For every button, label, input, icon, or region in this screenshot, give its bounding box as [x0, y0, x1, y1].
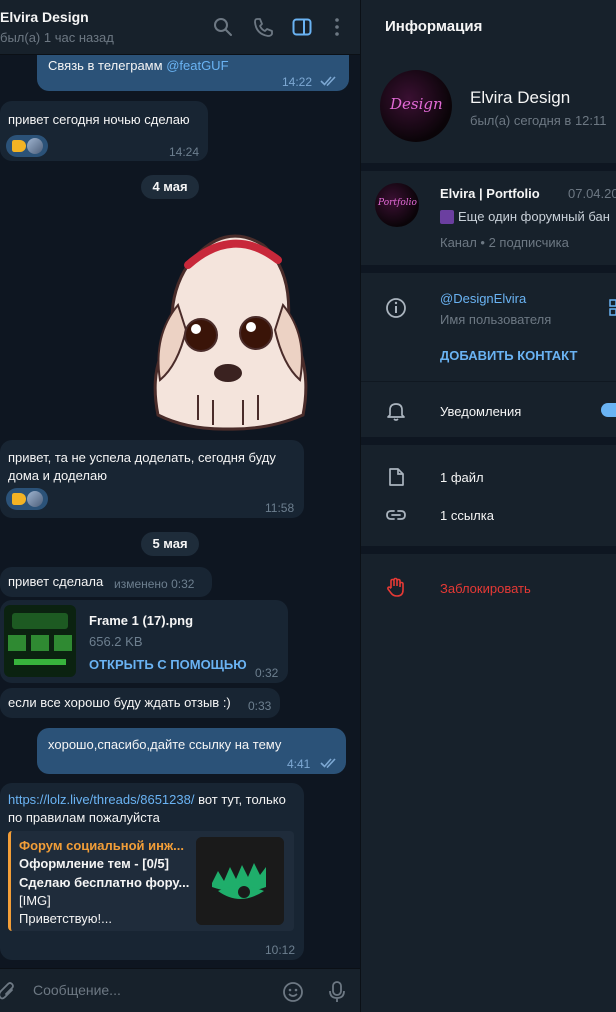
message-incoming[interactable]: привет сделала изменено 0:32 [0, 567, 212, 597]
block-hand-icon [387, 577, 404, 597]
avatar-logo-text: Design [390, 95, 443, 113]
block-user-button[interactable]: Заблокировать [440, 581, 531, 596]
file-message[interactable]: Frame 1 (17).png 656.2 KB ОТКРЫТЬ С ПОМО… [0, 600, 288, 683]
message-time: 14:24 [169, 145, 200, 159]
channel-date: 07.04.20 [568, 186, 616, 201]
paperclip-icon[interactable] [0, 981, 16, 1001]
section-separator [361, 163, 616, 171]
message-input[interactable]: Сообщение... [33, 982, 121, 998]
more-vertical-icon[interactable] [326, 16, 348, 38]
profile-name: Elvira Design [470, 88, 571, 107]
add-contact-button[interactable]: ДОБАВИТЬ КОНТАКТ [440, 348, 577, 363]
link-icon [386, 510, 406, 520]
message-edited-time: изменено 0:32 [114, 575, 194, 593]
channel-avatar: Portfolio [375, 183, 419, 227]
message-text: https://lolz.live/threads/8651238/ вот т… [8, 791, 300, 827]
info-panel: Информация Design Elvira Design был(а) с… [361, 0, 616, 1012]
composer: Сообщение... [0, 968, 360, 1012]
double-check-icon [320, 76, 336, 87]
message-text: хорошо,спасибо,дайте ссылку на тему [48, 737, 282, 752]
bell-icon [387, 403, 405, 421]
open-with-button[interactable]: ОТКРЫТЬ С ПОМОЩЬЮ [89, 656, 247, 674]
message-time: 11:58 [265, 501, 295, 515]
channel-subscribers: Канал • 2 подписчика [440, 235, 569, 250]
chat-title[interactable]: Elvira Design [0, 9, 89, 25]
notifications-label: Уведомления [440, 404, 522, 419]
preview-line: Сделаю бесплатно фору... [19, 875, 190, 890]
edited-label: изменено [114, 577, 168, 591]
info-header: Информация [385, 18, 483, 35]
shared-links-link[interactable]: 1 ссылка [440, 508, 494, 523]
row-divider [361, 381, 616, 382]
profile-avatar[interactable]: Design [380, 70, 452, 142]
message-time: 0:32 [255, 666, 279, 680]
preview-title: Форум социальной инж... [19, 838, 185, 853]
preview-image [196, 837, 284, 925]
chat-pane: Elvira Design был(а) 1 час назад Связь в… [0, 0, 360, 1012]
chat-header: Elvira Design был(а) 1 час назад [0, 0, 360, 55]
section-separator [361, 437, 616, 445]
qr-code-icon[interactable] [609, 299, 616, 317]
message-outgoing[interactable]: хорошо,спасибо,дайте ссылку на тему 4:41 [37, 728, 346, 774]
message-text: Связь в телеграмм @featGUF [48, 57, 229, 75]
section-separator [361, 265, 616, 273]
sidebar-toggle-icon[interactable] [291, 16, 313, 38]
message-outgoing[interactable]: Связь в телеграмм @featGUF 14:22 [37, 55, 349, 91]
message-time: 4:41 [287, 757, 311, 771]
channel-name: Elvira | Portfolio [440, 186, 540, 201]
thread-link[interactable]: https://lolz.live/threads/8651238/ [8, 792, 194, 807]
handshake-reaction[interactable] [6, 135, 48, 157]
mention-link[interactable]: @featGUF [166, 58, 228, 73]
message-incoming[interactable]: https://lolz.live/threads/8651238/ вот т… [0, 783, 304, 960]
date-separator: 4 мая [141, 175, 199, 199]
channel-card[interactable]: Portfolio Elvira | Portfolio 07.04.20 Ещ… [361, 171, 616, 263]
link-preview[interactable]: Форум социальной инж... Оформление тем -… [8, 831, 294, 931]
info-icon [386, 298, 406, 318]
message-list[interactable]: Связь в телеграмм @featGUF 14:22 привет … [0, 55, 360, 968]
profile-status: был(а) сегодня в 12:11 [470, 113, 607, 128]
message-time: 10:12 [265, 943, 296, 957]
notifications-toggle[interactable] [601, 403, 616, 417]
message-text-body: Связь в телеграмм [48, 58, 163, 73]
microphone-icon[interactable] [327, 980, 347, 1004]
username-value[interactable]: @DesignElvira [440, 291, 526, 306]
chat-status: был(а) 1 час назад [0, 30, 114, 45]
message-time: 0:33 [248, 699, 272, 713]
message-time: 14:22 [282, 75, 313, 89]
preview-line: Оформление тем - [0/5] [19, 856, 169, 871]
double-check-icon [320, 758, 336, 769]
file-name: Frame 1 (17).png [89, 613, 194, 628]
message-incoming[interactable]: если все хорошо буду ждать отзыв :) 0:33 [0, 688, 280, 718]
channel-avatar-text: Portfolio [378, 198, 417, 208]
username-label: Имя пользователя [440, 312, 552, 327]
channel-post-thumbnail [440, 210, 454, 224]
search-icon[interactable] [212, 16, 234, 38]
message-incoming[interactable]: привет, та не успела доделать, сегодня б… [0, 440, 304, 518]
date-separator: 5 мая [141, 532, 199, 556]
section-separator [361, 546, 616, 554]
message-text: привет, та не успела доделать, сегодня б… [8, 450, 276, 483]
preview-line: [IMG] [19, 893, 51, 908]
sad-puppy-sticker[interactable] [138, 215, 318, 435]
emoji-icon[interactable] [282, 981, 304, 1003]
phone-icon[interactable] [252, 16, 274, 38]
message-text: если все хорошо буду ждать отзыв :) [8, 695, 231, 710]
preview-line: Приветствую!... [19, 911, 112, 926]
message-incoming[interactable]: привет сегодня ночью сделаю 14:24 [0, 101, 208, 161]
file-icon [389, 468, 404, 486]
shared-files-link[interactable]: 1 файл [440, 470, 484, 485]
handshake-reaction[interactable] [6, 488, 48, 510]
file-size: 656.2 KB [89, 634, 143, 649]
file-thumbnail[interactable] [4, 605, 76, 677]
channel-last-post: Еще один форумный бан [458, 209, 610, 224]
message-text: привет сделала [8, 574, 104, 589]
message-text: привет сегодня ночью сделаю [8, 112, 190, 127]
message-time: 0:32 [171, 577, 195, 591]
